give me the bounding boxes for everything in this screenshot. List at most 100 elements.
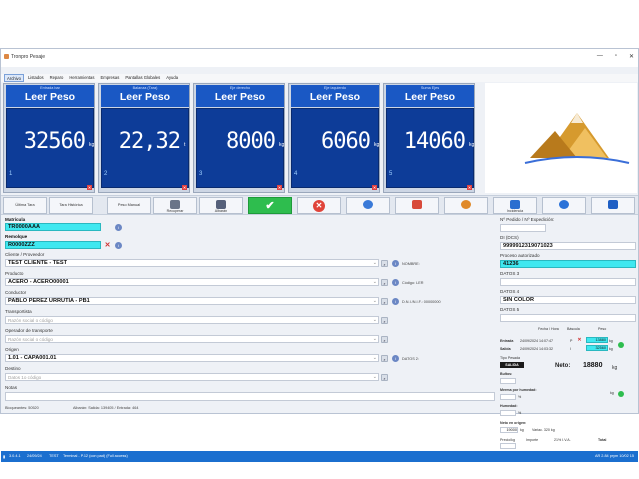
info-icon[interactable]: i <box>115 242 122 249</box>
ultima-tara-button[interactable]: Última Tara <box>3 197 47 214</box>
chart-button[interactable] <box>444 197 488 214</box>
chevron-down-icon: ⌄ <box>372 336 377 342</box>
printer-icon <box>216 200 226 209</box>
neto-origen-field[interactable]: 19000 <box>500 427 518 433</box>
menu-ayuda[interactable]: Ayuda <box>164 74 180 82</box>
humedad-field[interactable] <box>500 410 516 416</box>
status-bar: ▮ 3.0.4.1 24/09/24 TEST Terminal - P.12 … <box>1 451 638 462</box>
minimize-icon[interactable]: — <box>597 53 603 60</box>
merma-field[interactable] <box>500 394 516 400</box>
weight-unit: kg <box>89 142 95 148</box>
close-icon[interactable]: ✕ <box>182 185 187 190</box>
albaran-button[interactable]: Albarán <box>199 197 243 214</box>
read-weight-label: Leer Peso <box>309 91 361 103</box>
matricula-label: Matrícula <box>5 217 26 222</box>
weighing-form: Matrícula TR0000AAA i Remolque R0000ZZZ … <box>3 216 495 449</box>
info-icon[interactable]: i <box>392 298 399 305</box>
entrada-bascula: P <box>570 339 573 343</box>
datos5-field[interactable] <box>500 314 636 322</box>
info-icon[interactable]: i <box>392 260 399 267</box>
conductor-field[interactable]: PABLO PEREZ URRUTIA - PB1 ⌄ <box>5 297 379 305</box>
datos4-label: DATOS 4 <box>500 289 520 294</box>
precio-field[interactable] <box>500 443 516 449</box>
settings-button[interactable] <box>542 197 586 214</box>
menu-listados[interactable]: Listados <box>26 74 46 82</box>
info-icon: ▮ <box>3 455 6 459</box>
remolque-label: Remolque <box>5 234 28 239</box>
read-weight-button[interactable]: Suma Ejes Leer Peso <box>386 85 474 107</box>
recuperar-button[interactable]: Recuperar <box>153 197 197 214</box>
search-icon[interactable]: ⌕ <box>381 317 388 324</box>
matricula-field[interactable]: TR0000AAA <box>5 223 101 231</box>
bultos-label: Bultos: <box>500 372 513 376</box>
search-icon[interactable]: ⌕ <box>381 298 388 305</box>
menu-herramientas[interactable]: Herramientas <box>67 74 96 82</box>
search-icon[interactable]: ⌕ <box>381 336 388 343</box>
tara-historica-button[interactable]: Tara Histórica <box>49 197 93 214</box>
close-icon[interactable]: ✕ <box>277 185 282 190</box>
confirm-button[interactable]: ✔ <box>248 197 292 214</box>
transportista-field[interactable]: Razón social o código ⌄ <box>5 316 379 324</box>
notas-field[interactable] <box>5 392 495 401</box>
weight-unit: kg <box>374 142 380 148</box>
weight-display: 14060 kg 5 <box>386 108 474 188</box>
producto-field[interactable]: ACERO - ACERO00001 ⌄ <box>5 278 379 286</box>
read-weight-button[interactable]: Entrada bar Leer Peso <box>6 85 94 107</box>
tara-historica-label: Tara Histórica <box>59 203 83 207</box>
weight-display: 32560 kg 1 <box>6 108 94 188</box>
menu-empresas[interactable]: Empresas <box>98 74 121 82</box>
maximize-icon[interactable]: ▫ <box>615 53 617 60</box>
refresh-icon[interactable] <box>618 342 624 348</box>
conductor-label: Conductor <box>5 290 27 295</box>
pie-chart-icon <box>461 200 471 209</box>
remolque-field[interactable]: R0000ZZZ <box>5 241 101 249</box>
search-icon[interactable]: ⌕ <box>381 260 388 267</box>
menu-reparo[interactable]: Reparo <box>48 74 66 82</box>
chevron-down-icon: ⌄ <box>372 298 377 304</box>
cancel-button[interactable]: ✕ <box>297 197 341 214</box>
merma-label: Merma por humedad: <box>500 388 537 392</box>
search-icon[interactable]: ⌕ <box>381 355 388 362</box>
info-icon[interactable]: i <box>392 355 399 362</box>
scale-name: Balanza (Tara) <box>132 86 158 90</box>
cliente-field[interactable]: TEST CLIENTE - TEST ⌄ <box>5 259 379 267</box>
merma-unit: % <box>518 395 522 399</box>
menu-pantallas[interactable]: Pantallas Globales <box>123 74 162 82</box>
menu-bar: Archivo Listados Reparo Herramientas Emp… <box>1 74 638 82</box>
pedido-field[interactable] <box>500 224 546 232</box>
info-icon[interactable]: i <box>115 224 122 231</box>
info-icon[interactable]: i <box>392 279 399 286</box>
incidencia-button[interactable]: Incidencia <box>493 197 537 214</box>
clear-icon[interactable]: ✕ <box>104 242 111 249</box>
transportista-placeholder: Razón social o código <box>8 318 53 323</box>
close-icon[interactable]: ✕ <box>629 53 634 60</box>
destino-label: Destino <box>5 366 21 371</box>
destino-field[interactable]: Datos 1o código ⌄ <box>5 373 379 381</box>
proceso-field[interactable]: 41236 <box>500 260 636 268</box>
bultos-field[interactable] <box>500 378 516 384</box>
weighing-details: Nº Pedido / Nº Expedición: DI (DCS) 9999… <box>498 216 638 449</box>
peso-manual-button[interactable]: Peso Manual <box>107 197 151 214</box>
datos3-field[interactable] <box>500 278 636 286</box>
tools-button[interactable] <box>346 197 390 214</box>
calendar-button[interactable] <box>395 197 439 214</box>
origen-field[interactable]: 1.01 - CAPA001.01 ⌄ <box>5 354 379 362</box>
search-icon[interactable]: ⌕ <box>381 279 388 286</box>
close-icon[interactable]: ✕ <box>87 185 92 190</box>
di-field[interactable]: 9999912319071023 <box>500 242 636 250</box>
read-weight-button[interactable]: Eje izquierdo Leer Peso <box>291 85 379 107</box>
save-button[interactable] <box>591 197 635 214</box>
user-text: TEST <box>49 454 59 458</box>
close-icon[interactable]: ✕ <box>372 185 377 190</box>
read-weight-button[interactable]: Eje derecho Leer Peso <box>196 85 284 107</box>
datos4-field[interactable]: SIN COLOR <box>500 296 636 304</box>
close-icon[interactable]: ✕ <box>467 185 472 190</box>
producto-value: ACERO - ACERO00001 <box>8 279 69 285</box>
search-icon[interactable]: ⌕ <box>381 374 388 381</box>
chevron-down-icon: ⌄ <box>372 355 377 361</box>
clear-icon[interactable]: ✕ <box>576 337 583 344</box>
toggle-icon[interactable] <box>618 391 624 397</box>
operador-field[interactable]: Razón social o código ⌄ <box>5 335 379 343</box>
read-weight-button[interactable]: Balanza (Tara) Leer Peso <box>101 85 189 107</box>
menu-archivo[interactable]: Archivo <box>4 74 24 82</box>
